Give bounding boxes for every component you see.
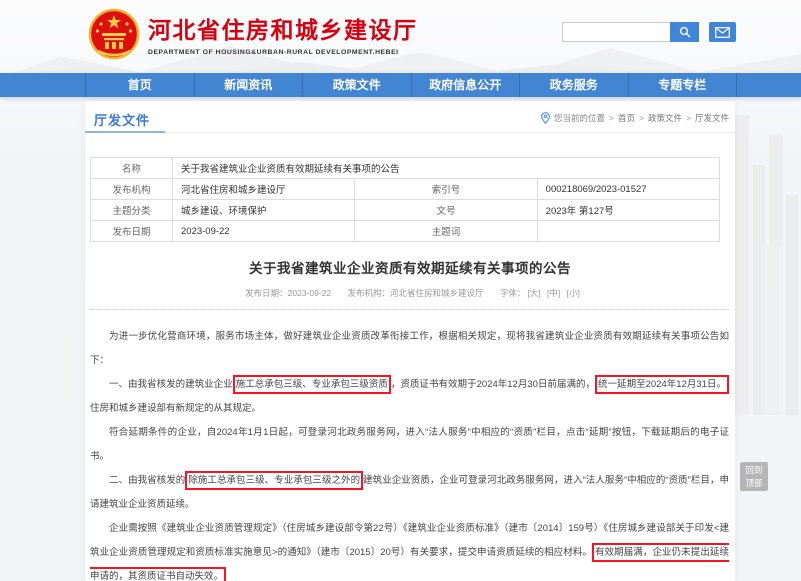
nav-item-gov-info[interactable]: 政府信息公开	[412, 73, 521, 97]
article-title: 关于我省建筑业企业资质有效期延续有关事项的公告	[85, 257, 735, 277]
table-row: 发布日期 2023-09-22 主题词	[91, 221, 720, 242]
paragraph-condition: 符合延期条件的企业，自2024年1月1日起，可登录河北政务服务网，进入“法人服务…	[90, 421, 729, 469]
mail-icon	[715, 27, 730, 38]
breadcrumb-separator: >	[639, 113, 644, 123]
meta-index-label: 索引号	[355, 179, 537, 200]
paragraph-text: 住房和城乡建设部有新规定的从其规定。	[90, 403, 261, 414]
breadcrumb-separator: >	[609, 113, 614, 123]
meta-name-label: 名称	[91, 158, 173, 179]
breadcrumb-policy[interactable]: 政策文件	[648, 112, 682, 124]
paragraph-item-1: 一、由我省核发的建筑业企业施工总承包三级、专业承包三级资质，资质证书有效期于20…	[90, 373, 729, 421]
font-size-large-button[interactable]: [大]	[527, 288, 540, 298]
article-pub-date: 发布日期：2023-09-22	[245, 288, 331, 298]
mail-button[interactable]	[709, 22, 736, 42]
font-size-label: 字体：	[500, 288, 526, 298]
nav-item-policy[interactable]: 政策文件	[303, 73, 412, 97]
meta-docnum-label: 文号	[355, 200, 537, 221]
meta-keyword-label: 主题词	[355, 221, 537, 242]
back-to-top-label-line1: 回到	[740, 464, 768, 477]
meta-name-value: 关于我省建筑业企业资质有效期延续有关事项的公告	[173, 158, 720, 179]
location-pin-icon	[541, 112, 550, 124]
meta-org-value: 河北省住房和城乡建设厅	[173, 179, 355, 200]
meta-keyword-value	[537, 221, 719, 242]
content-card: 厅发文件 您当前的位置 > 首页 > 政策文件 > 厅发文件 名称 关于我省建筑…	[85, 101, 735, 581]
section-title: 厅发文件	[94, 110, 150, 129]
site-subtitle: DEPARTMENT OF HOUSING&URBAN-RURAL DEVELO…	[148, 49, 418, 56]
table-row: 发布机构 河北省住房和城乡建设厅 索引号 000218069/2023-0152…	[91, 179, 720, 200]
back-to-top-label-line2: 顶部	[740, 477, 768, 490]
table-row: 主题分类 城乡建设、环境保护 文号 2023年 第127号	[91, 200, 720, 221]
red-highlight-box: 除施工总承包三级、专业承包三级之外的	[185, 471, 363, 490]
article-meta-line: 发布日期：2023-09-22 发布机构：河北省住房和城乡建设厅 字体：[大] …	[85, 287, 735, 299]
nav-item-news[interactable]: 新闻资讯	[195, 73, 304, 97]
meta-topic-value: 城乡建设、环境保护	[173, 200, 355, 221]
breadcrumb-separator: >	[686, 113, 691, 123]
paragraph-text: 为进一步优化营商环境，服务市场主体，做好建筑业企业资质改革衔接工作，根据相关规定…	[90, 331, 729, 366]
search-input[interactable]	[562, 22, 670, 42]
meta-index-value: 000218069/2023-01527	[537, 179, 719, 200]
breadcrumb: 您当前的位置 > 首页 > 政策文件 > 厅发文件	[541, 112, 729, 124]
city-skyline-watermark	[731, 105, 801, 445]
paragraph-text: 一、由我省核发的建筑业企业	[109, 379, 233, 390]
table-row: 名称 关于我省建筑业企业资质有效期延续有关事项的公告	[91, 158, 720, 179]
paragraph-text: 二、由我省核发的	[109, 475, 185, 486]
article-pub-org: 发布机构：河北省住房和城乡建设厅	[348, 288, 484, 298]
page: 河北省住房和城乡建设厅 DEPARTMENT OF HOUSING&URBAN-…	[0, 0, 801, 581]
dotted-divider	[91, 309, 729, 310]
font-size-medium-button[interactable]: [中]	[547, 288, 560, 298]
font-size-small-button[interactable]: [小]	[567, 288, 580, 298]
paragraph-intro: 为进一步优化营商环境，服务市场主体，做好建筑业企业资质改革衔接工作，根据相关规定…	[90, 325, 729, 373]
article-body: 为进一步优化营商环境，服务市场主体，做好建筑业企业资质改革衔接工作，根据相关规定…	[90, 325, 729, 581]
site-title-block: 河北省住房和城乡建设厅 DEPARTMENT OF HOUSING&URBAN-…	[148, 11, 418, 56]
search-icon	[679, 26, 691, 38]
main-nav-items: 首页 新闻资讯 政策文件 政府信息公开 政务服务 专题专栏	[85, 73, 737, 97]
paragraph-requirements: 企业需按照《建筑业企业资质管理规定》（住房城乡建设部令第22号）《建筑业企业资质…	[90, 517, 729, 581]
back-to-top-button[interactable]: 回到 顶部	[740, 462, 768, 491]
breadcrumb-current[interactable]: 厅发文件	[695, 112, 729, 124]
breadcrumb-prefix: 您当前的位置	[554, 112, 605, 124]
site-title: 河北省住房和城乡建设厅	[148, 11, 418, 45]
meta-date-value: 2023-09-22	[173, 221, 355, 242]
meta-org-label: 发布机构	[91, 179, 173, 200]
section-underline	[85, 131, 165, 133]
paragraph-item-2: 二、由我省核发的除施工总承包三级、专业承包三级之外的建筑业企业资质，企业可登录河…	[90, 469, 729, 517]
site-header: 河北省住房和城乡建设厅 DEPARTMENT OF HOUSING&URBAN-…	[0, 0, 801, 73]
breadcrumb-home[interactable]: 首页	[618, 112, 635, 124]
red-highlight-box: 施工总承包三级、专业承包三级资质	[233, 375, 391, 394]
nav-item-topics[interactable]: 专题专栏	[629, 73, 738, 97]
meta-date-label: 发布日期	[91, 221, 173, 242]
search-group	[562, 22, 736, 42]
main-nav: 首页 新闻资讯 政策文件 政府信息公开 政务服务 专题专栏	[0, 73, 801, 97]
nav-item-home[interactable]: 首页	[85, 73, 195, 97]
national-emblem-icon	[88, 7, 140, 63]
red-highlight-box: 统一延期至2024年12月31日。	[595, 375, 729, 394]
search-button[interactable]	[670, 22, 699, 42]
section-header: 厅发文件 您当前的位置 > 首页 > 政策文件 > 厅发文件	[85, 101, 735, 133]
paragraph-text: ，资质证书有效期于2024年12月30日前届满的，	[391, 379, 595, 390]
meta-docnum-value: 2023年 第127号	[537, 200, 719, 221]
paragraph-text: 符合延期条件的企业，自2024年1月1日起，可登录河北政务服务网，进入“法人服务…	[90, 427, 729, 462]
meta-topic-label: 主题分类	[91, 200, 173, 221]
document-meta-table: 名称 关于我省建筑业企业资质有效期延续有关事项的公告 发布机构 河北省住房和城乡…	[90, 157, 720, 242]
nav-item-services[interactable]: 政务服务	[520, 73, 629, 97]
